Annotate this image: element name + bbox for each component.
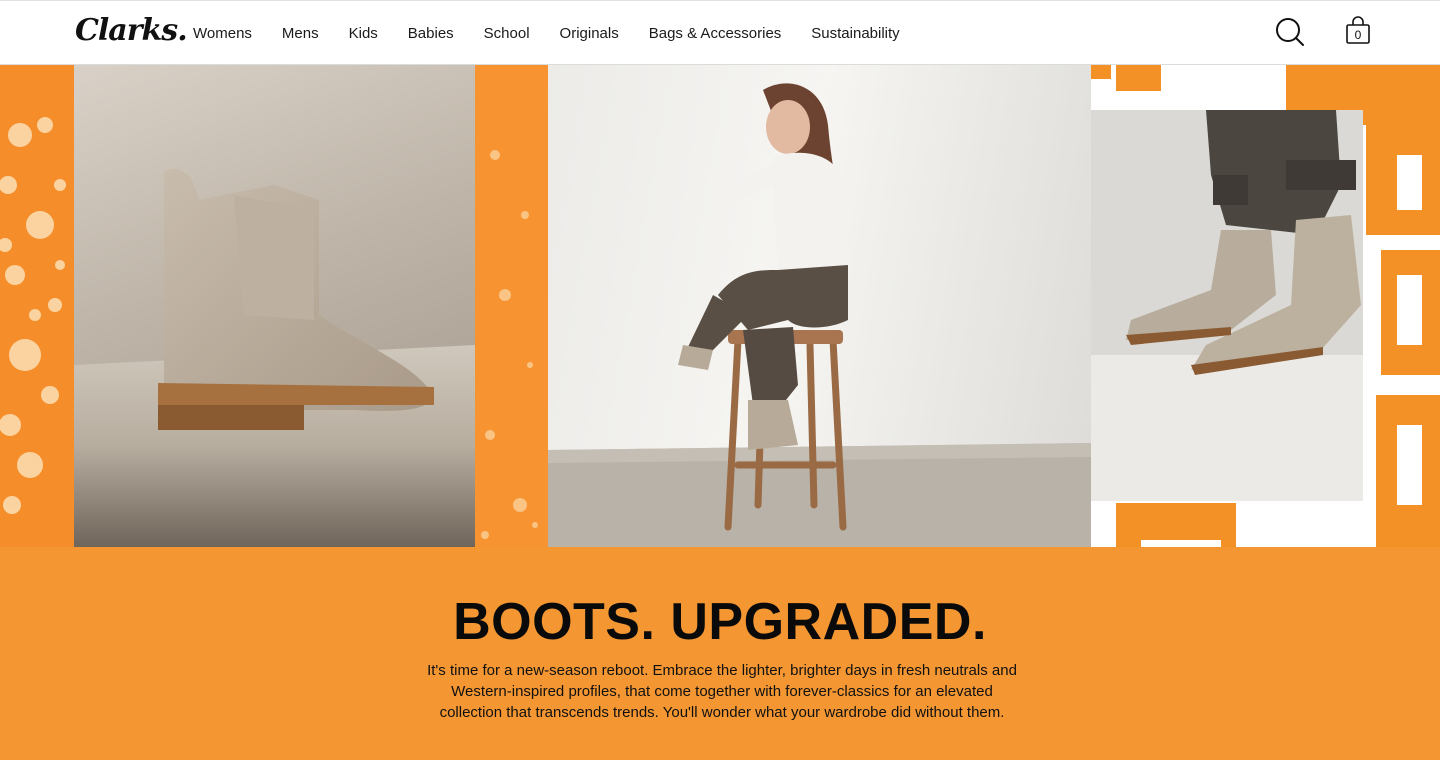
nav-item-school[interactable]: School [484, 25, 530, 42]
hero-image-boots-poster [1091, 65, 1440, 547]
nav-item-bags-accessories[interactable]: Bags & Accessories [649, 25, 782, 42]
model-on-stool-illustration [548, 83, 1091, 547]
bag-item-count: 0 [1354, 28, 1362, 42]
grunge-texture-mid [481, 150, 538, 539]
hero-image-boot [74, 65, 475, 547]
search-icon [1276, 18, 1304, 46]
orange-texture-strip [0, 65, 74, 547]
chelsea-boot-illustration [74, 168, 475, 547]
search-button[interactable] [1273, 15, 1307, 49]
promo-body-text: It's time for a new-season reboot. Embra… [427, 662, 1017, 721]
hero-image-model [548, 65, 1091, 547]
site-header: Clarks. Womens Mens Kids Babies School O… [0, 0, 1440, 65]
grunge-texture [0, 117, 66, 514]
hero-banner[interactable] [0, 65, 1440, 547]
shopping-bag-button[interactable]: 0 [1342, 15, 1376, 49]
clarks-logo[interactable]: Clarks. [75, 13, 188, 48]
orange-texture-strip-mid [475, 65, 548, 547]
nav-item-kids[interactable]: Kids [349, 25, 378, 42]
promo-section: BOOTS. UPGRADED. It's time for a new-sea… [0, 547, 1440, 760]
nav-item-mens[interactable]: Mens [282, 25, 319, 42]
nav-item-womens[interactable]: Womens [193, 25, 252, 42]
nav-item-originals[interactable]: Originals [560, 25, 619, 42]
nav-item-babies[interactable]: Babies [408, 25, 454, 42]
main-nav: Womens Mens Kids Babies School Originals… [193, 1, 930, 65]
promo-title: BOOTS. UPGRADED. [453, 593, 987, 651]
nav-item-sustainability[interactable]: Sustainability [811, 25, 899, 42]
boots-lettering-graphic [1091, 65, 1440, 547]
